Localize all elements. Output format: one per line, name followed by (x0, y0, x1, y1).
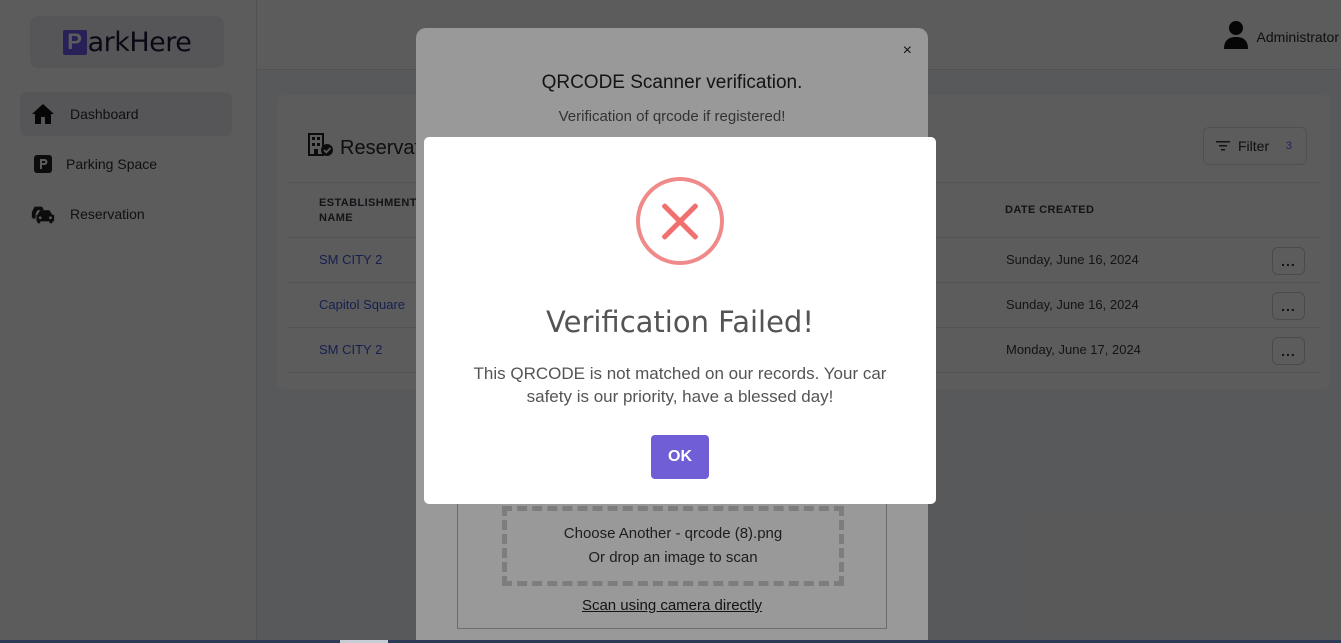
alert-title: Verification Failed! (546, 305, 814, 339)
alert-message: This QRCODE is not matched on our record… (473, 364, 887, 406)
error-x-icon (636, 177, 724, 265)
verification-alert: Verification Failed! This QRCODE is not … (424, 137, 936, 504)
ok-button[interactable]: OK (651, 435, 709, 479)
